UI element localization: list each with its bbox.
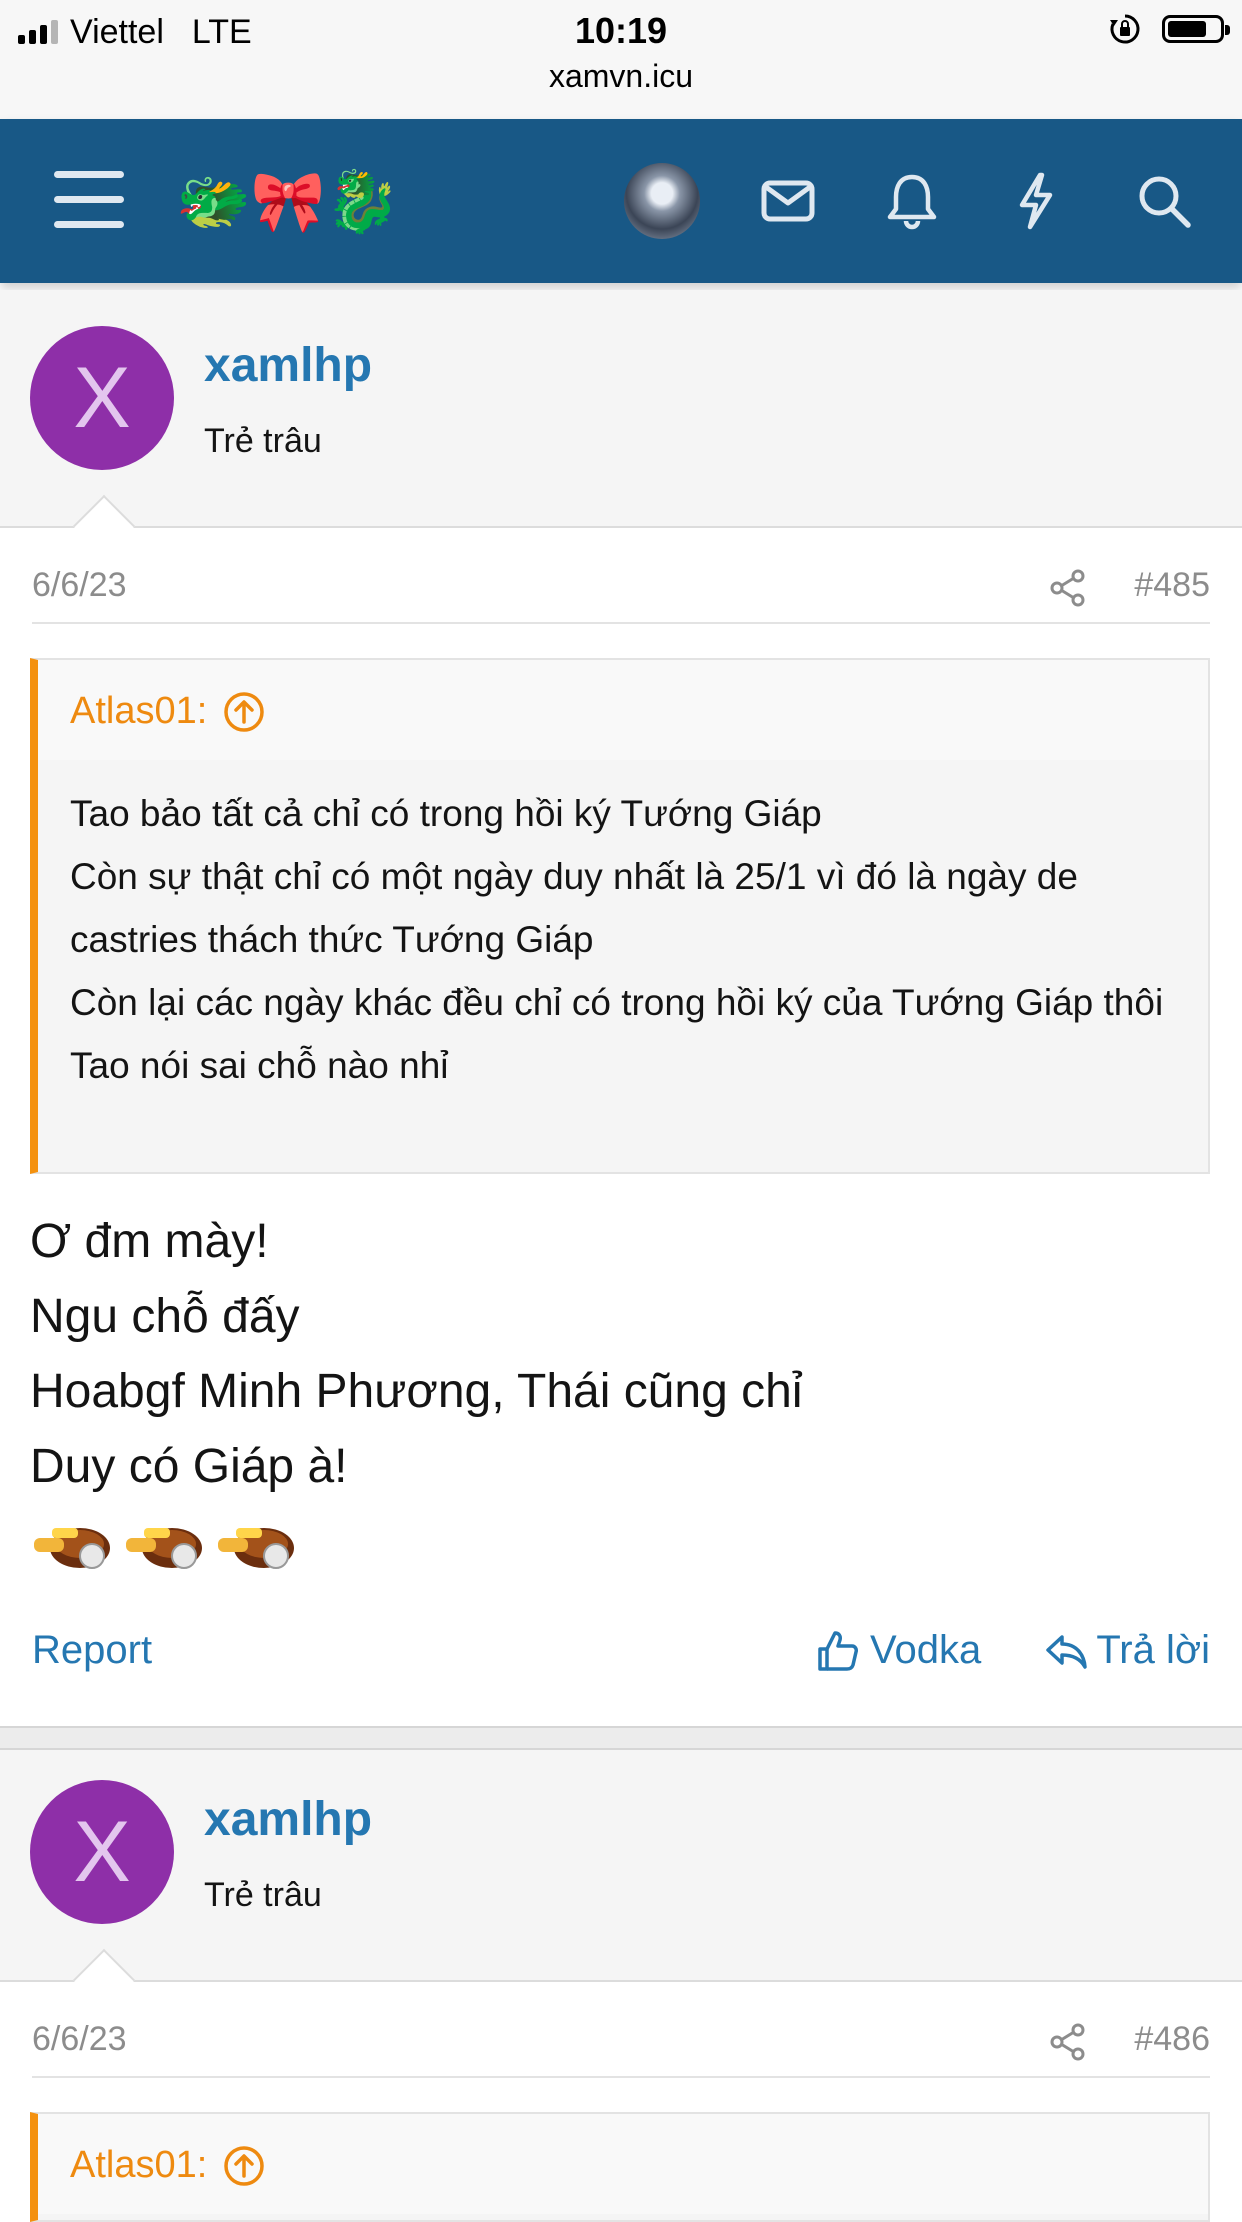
bell-icon[interactable] (880, 169, 944, 233)
post-pointer (72, 494, 136, 558)
smiley-row (30, 1518, 300, 1574)
menu-icon[interactable] (54, 171, 124, 229)
site-header: 🐲🎀🐉 (0, 119, 1242, 283)
arrow-up-circle-icon[interactable] (223, 2145, 265, 2187)
site-logo[interactable]: 🐲🎀🐉 (176, 159, 400, 245)
post-number[interactable]: #486 (1134, 2020, 1210, 2059)
like-label[interactable]: Vodka (870, 1628, 981, 1673)
mail-icon[interactable] (756, 169, 820, 233)
quote-line: Tao bảo tất cả chỉ có trong hồi ký Tướng… (70, 793, 822, 834)
quote-block: Atlas01: (30, 2112, 1210, 2222)
quote-author-link[interactable]: Atlas01: (70, 690, 265, 733)
battery-icon (1162, 15, 1230, 43)
quote-line: Còn lại các ngày khác đều chỉ có trong h… (70, 982, 1164, 1023)
username-link[interactable]: xamlhp (204, 338, 372, 393)
user-title: Trẻ trâu (204, 1876, 322, 1914)
quote-author[interactable]: Atlas01: (70, 690, 207, 733)
lightning-icon[interactable] (1004, 169, 1068, 233)
post-pointer (72, 1948, 136, 2012)
drinking-smiley-icon (126, 1528, 202, 1569)
quote-body: Tao bảo tất cả chỉ có trong hồi ký Tướng… (38, 760, 1208, 1117)
avatar[interactable]: X (30, 326, 174, 470)
reply-button[interactable]: Trả lời (1044, 1628, 1210, 1673)
status-right (1108, 12, 1230, 46)
drinking-smiley-icon (34, 1528, 110, 1569)
quote-header: Atlas01: (38, 2114, 1208, 2214)
message-line: Ngu chỗ đấy (30, 1290, 300, 1343)
message-line: Duy có Giáp à! (30, 1440, 348, 1493)
post-user-header: X xamlhp Trẻ trâu (0, 290, 1242, 558)
share-icon[interactable] (1048, 568, 1088, 608)
address-bar-url[interactable]: xamvn.icu (0, 58, 1242, 95)
quote-author-link[interactable]: Atlas01: (70, 2144, 265, 2187)
post-meta: 6/6/23 #485 (32, 556, 1210, 624)
post-date[interactable]: 6/6/23 (32, 2020, 127, 2059)
username-link[interactable]: xamlhp (204, 1792, 372, 1847)
post-message: Ơ đm mày! Ngu chỗ đấy Hoabgf Minh Phương… (30, 1204, 803, 1504)
quote-line: Còn sự thật chỉ có một ngày duy nhất là … (70, 856, 1078, 960)
drinking-smiley-icon (218, 1528, 294, 1569)
message-line: Ơ đm mày! (30, 1215, 269, 1268)
quote-line: Tao nói sai chỗ nào nhỉ (70, 1045, 449, 1086)
post-meta: 6/6/23 #486 (32, 2010, 1210, 2078)
report-button[interactable]: Report (32, 1628, 152, 1673)
thumbs-up-icon (818, 1630, 858, 1671)
quote-block: Atlas01: Tao bảo tất cả chỉ có trong hồi… (30, 658, 1210, 1174)
message-line: Hoabgf Minh Phương, Thái cũng chỉ (30, 1365, 803, 1418)
share-icon[interactable] (1048, 2022, 1088, 2062)
post-divider (0, 1726, 1242, 1750)
quote-author[interactable]: Atlas01: (70, 2144, 207, 2187)
post-number[interactable]: #485 (1134, 566, 1210, 605)
avatar[interactable]: X (30, 1780, 174, 1924)
rotation-lock-icon (1110, 14, 1140, 44)
post-date[interactable]: 6/6/23 (32, 566, 127, 605)
user-avatar[interactable] (624, 163, 700, 239)
reply-icon (1046, 1634, 1088, 1669)
search-icon[interactable] (1132, 169, 1196, 233)
quote-header: Atlas01: (38, 660, 1208, 760)
post-actions: Report Vodka Trả lời (32, 1622, 1210, 1682)
status-bar: Viettel LTE 10:19 xamvn.icu (0, 0, 1242, 119)
like-button[interactable]: Vodka (816, 1628, 981, 1673)
user-title: Trẻ trâu (204, 422, 322, 460)
post-user-header: X xamlhp Trẻ trâu (0, 1750, 1242, 2012)
clock: 10:19 (574, 10, 668, 51)
arrow-up-circle-icon[interactable] (223, 691, 265, 733)
reply-label[interactable]: Trả lời (1096, 1628, 1210, 1673)
